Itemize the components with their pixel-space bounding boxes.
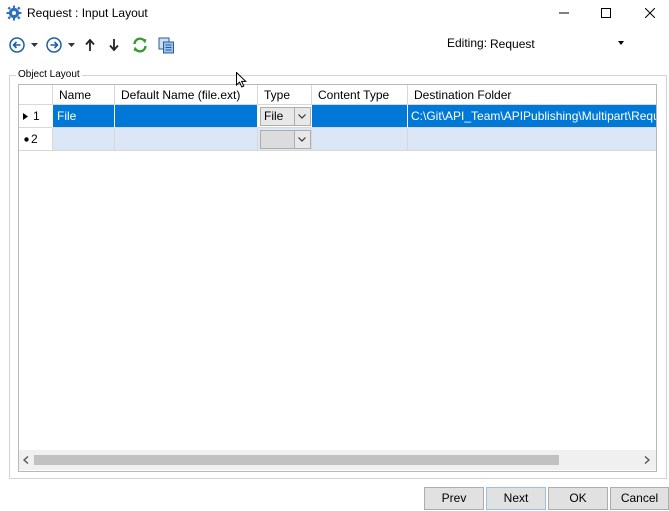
editing-label: Editing: [447, 36, 488, 50]
toolbar: Editing: Request [0, 26, 669, 64]
cell-content-type[interactable] [312, 128, 408, 151]
column-header-label: Content Type [318, 88, 390, 102]
forward-circle-icon [46, 37, 62, 53]
arrow-down-icon [109, 39, 119, 52]
object-layout-grid: Name Default Name (file.ext) Type Conten… [18, 84, 657, 472]
chevron-down-icon [618, 41, 624, 45]
cell-text [115, 109, 119, 123]
horizontal-scrollbar[interactable] [19, 450, 656, 470]
combobox-dropdown-button[interactable] [294, 108, 310, 125]
new-row-icon [24, 137, 29, 142]
window-title: Request : Input Layout [27, 6, 148, 20]
refresh-button[interactable] [131, 36, 149, 54]
column-header-label: Name [59, 88, 92, 102]
title-bar: Request : Input Layout [0, 0, 669, 26]
cell-default-name[interactable] [115, 105, 258, 128]
scroll-left-icon[interactable] [23, 456, 29, 464]
cell-text [53, 132, 57, 146]
move-down-button[interactable] [105, 36, 123, 54]
copy-button[interactable] [157, 36, 175, 54]
arrow-up-icon [85, 38, 95, 51]
column-header-destination-folder[interactable]: Destination Folder [408, 85, 656, 105]
cell-text: C:\Git\API_Team\APIPublishing\Multipart\… [411, 109, 656, 123]
cell-name[interactable] [53, 128, 115, 151]
forward-button[interactable] [45, 36, 63, 54]
cell-type[interactable] [258, 128, 312, 151]
copy-icon [158, 37, 174, 53]
minimize-icon [559, 12, 569, 14]
prev-button[interactable]: Prev [424, 487, 484, 510]
editing-select[interactable]: Request [486, 34, 630, 52]
chevron-down-icon [298, 114, 306, 119]
type-combobox[interactable]: File [260, 107, 311, 126]
group-label: Object Layout [16, 69, 82, 80]
cell-default-name[interactable] [115, 128, 258, 151]
next-button[interactable]: Next [486, 487, 546, 510]
cell-destination-folder[interactable]: C:\Git\API_Team\APIPublishing\Multipart\… [408, 105, 656, 128]
row-header-corner [19, 85, 53, 105]
back-circle-icon [9, 37, 25, 53]
close-icon [645, 8, 655, 18]
cell-text [115, 132, 119, 146]
cell-text: File [57, 109, 77, 123]
row-number: 1 [33, 109, 40, 123]
editing-value: Request [490, 37, 535, 51]
cell-content-type[interactable] [312, 105, 408, 128]
refresh-icon [133, 37, 147, 53]
cell-text [312, 109, 316, 123]
column-header-label: Destination Folder [414, 88, 512, 102]
maximize-button[interactable] [583, 0, 629, 26]
cell-text [312, 132, 316, 146]
cell-text [408, 132, 412, 146]
dropdown-caret-icon[interactable] [31, 43, 38, 48]
mouse-pointer-icon [236, 72, 247, 88]
combobox-value: File [264, 109, 284, 123]
cancel-button[interactable]: Cancel [610, 487, 669, 510]
close-button[interactable] [627, 0, 669, 26]
column-header-default-name[interactable]: Default Name (file.ext) [115, 85, 258, 105]
ok-button[interactable]: OK [548, 487, 608, 510]
row-header[interactable]: 2 [19, 128, 53, 151]
type-combobox[interactable] [260, 130, 311, 149]
column-header-label: Default Name (file.ext) [121, 88, 241, 102]
cell-destination-folder[interactable] [408, 128, 656, 151]
move-up-button[interactable] [81, 36, 99, 54]
column-header-name[interactable]: Name [53, 85, 115, 105]
chevron-down-icon [298, 137, 306, 142]
back-button[interactable] [8, 36, 26, 54]
cell-name[interactable]: File [53, 105, 115, 128]
column-header-type[interactable]: Type [258, 85, 312, 105]
column-header-label: Type [264, 88, 291, 102]
scrollbar-thumb[interactable] [34, 455, 559, 465]
maximize-icon [601, 8, 611, 18]
minimize-button[interactable] [541, 0, 587, 26]
current-row-icon [23, 113, 28, 120]
column-header-content-type[interactable]: Content Type [312, 85, 408, 105]
row-number: 2 [31, 132, 38, 146]
dropdown-caret-icon[interactable] [68, 43, 75, 48]
combobox-dropdown-button[interactable] [294, 131, 310, 148]
cell-type[interactable]: File [258, 105, 312, 128]
row-header[interactable]: 1 [19, 105, 53, 128]
gear-icon [6, 5, 22, 21]
scroll-right-icon[interactable] [644, 456, 650, 464]
